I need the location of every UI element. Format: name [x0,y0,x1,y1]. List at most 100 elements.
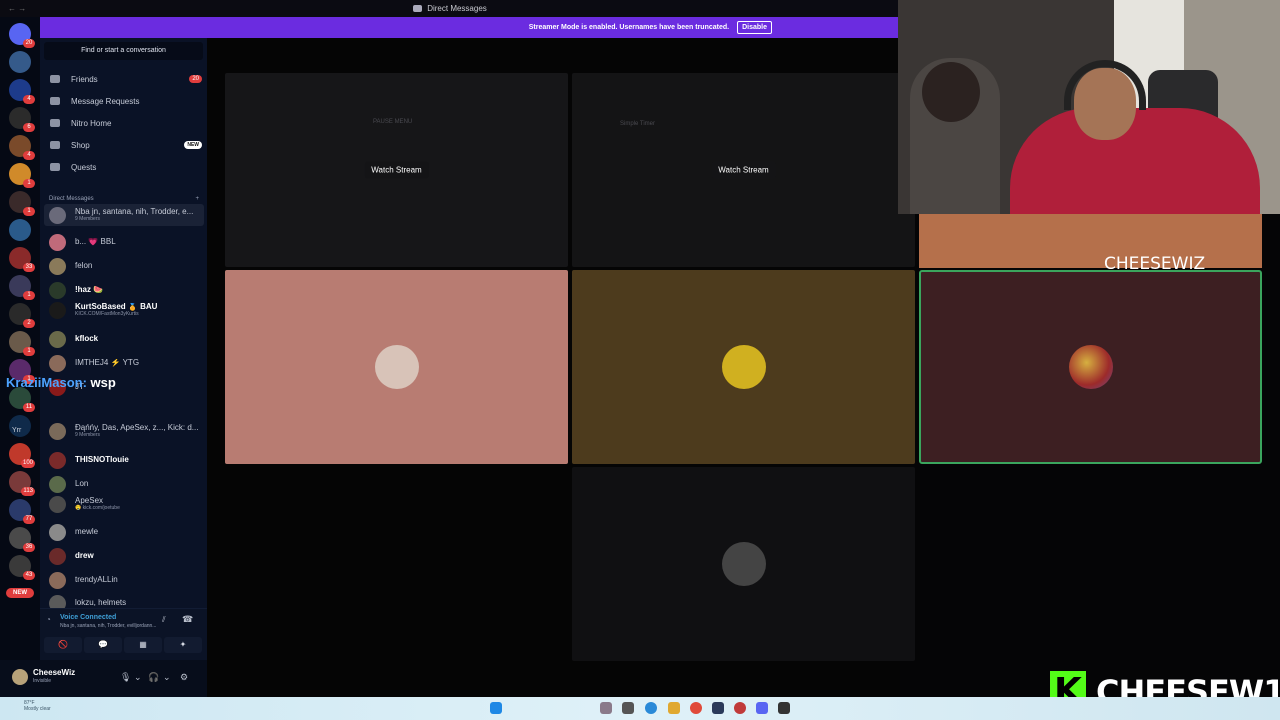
nav-label: Friends [71,74,98,84]
server-icon[interactable]: 43 [9,555,35,580]
stream-tile[interactable]: Simple Timer Watch Stream [572,73,915,267]
dm-item[interactable]: Ðąńńy, Das, ApeSex, z..., Kick: d... 9 Me… [44,420,204,442]
dm-item[interactable]: kflock [44,328,204,350]
headphones-icon[interactable]: 🎧 [148,672,159,683]
nav-nitro-home[interactable]: Nitro Home [44,113,202,133]
server-icon[interactable]: 20 [9,23,35,48]
discord-icon[interactable] [756,702,768,714]
dm-item[interactable]: Nba jn, santana, nih, Trodder, e... 9 Mem… [44,204,204,226]
dm-item[interactable]: Lon [44,473,204,495]
avatar [49,422,66,440]
screen-share-button[interactable]: 💬 [84,637,122,653]
dm-item[interactable]: b... 💗 BBL [44,231,204,253]
server-icon[interactable]: 36 [9,527,35,552]
participant-tile-speaking[interactable] [919,270,1262,464]
dm-text: ApeSex 🤤 kick.com/joetube [75,497,120,511]
server-icon[interactable]: 77 [9,499,35,524]
dm-name: b... 💗 BBL [75,237,116,246]
windows-start-icon[interactable] [490,702,502,714]
server-icon[interactable]: 1 [9,163,35,188]
disconnect-icon[interactable]: ☎ [182,614,193,625]
server-icon[interactable]: 1 [9,275,35,300]
taskbar-app-icon[interactable] [778,702,790,714]
mic-icon[interactable]: 🎙 [120,672,131,683]
server-icon[interactable] [9,51,31,73]
taskbar-app-icon[interactable] [600,702,612,714]
dm-text: Lon [75,480,88,488]
noise-icon[interactable]: ⫽ [162,615,166,625]
activities-button[interactable]: ▦ [124,637,162,653]
folder-icon[interactable] [668,702,680,714]
server-icon[interactable]: 2 [9,303,35,328]
chevron-down-icon[interactable]: ⌄ [163,672,171,683]
nav-label: Nitro Home [71,118,112,128]
nav-shop[interactable]: Shop NEW [44,135,202,155]
watch-stream-button[interactable]: Watch Stream [711,161,776,179]
server-badge: 113 [21,487,35,496]
signal-icon: ◔ [46,615,51,624]
dm-text: felon [75,262,92,270]
voice-panel: ◔ Voice Connected Nba jn, santana, nih, … [40,608,207,660]
gear-icon[interactable]: ⚙ [180,672,188,683]
chevron-down-icon[interactable]: ⌄ [134,672,142,683]
dm-text: Nba jn, santana, nih, Trodder, e... 9 Mem… [75,208,193,222]
nav-message-requests[interactable]: Message Requests [44,91,202,111]
dm-item[interactable]: felon [44,255,204,277]
watch-stream-button[interactable]: Watch Stream [364,161,429,179]
chat-overlay-author: KraziiMason: [6,375,87,390]
chrome-icon[interactable] [690,702,702,714]
camera-button[interactable]: 🚫 [44,637,82,653]
disable-streamer-button[interactable]: Disable [737,21,772,34]
dm-item[interactable]: IMTHEJ4 ⚡ YTG [44,352,204,374]
participant-tile[interactable] [572,270,915,464]
search-input[interactable]: Find or start a conversation [44,42,203,60]
dm-item[interactable]: THISNOTlouie [44,449,204,471]
server-badge: 4 [23,151,35,160]
webcam-feed [898,0,1280,214]
dm-item[interactable]: mewle [44,521,204,543]
dm-name: IMTHEJ4 ⚡ YTG [75,358,140,367]
avatar [49,495,66,513]
avatar [49,257,66,275]
server-icon[interactable]: 4 [9,135,35,160]
server-icon[interactable]: 113 [9,471,35,496]
server-icon[interactable]: 33 [9,247,35,272]
avatar [721,345,766,389]
server-label[interactable]: Yrr [12,427,21,434]
dm-subtext: KICK.COM/FastMon3yKurtis [75,310,139,317]
soundboard-button[interactable]: ✦ [164,637,202,653]
server-icon[interactable]: 1 [9,331,35,356]
server-icon[interactable]: 1 [9,191,35,216]
weather-widget[interactable]: 87°F Mostly clear [24,700,51,712]
taskbar: 87°F Mostly clear [0,697,1280,720]
stream-tile[interactable]: PAUSE MENU Watch Stream [225,73,568,267]
participant-tile[interactable] [225,270,568,464]
shop-new-badge: NEW [184,141,202,149]
server-badge: 1 [23,179,35,188]
server-badge: 77 [23,515,35,524]
nav-arrows[interactable]: ← → [8,4,26,13]
server-icon[interactable]: 100 [9,443,35,468]
nav-friends[interactable]: Friends 20 [44,69,202,89]
nav-quests[interactable]: Quests [44,157,202,177]
taskbar-app-icon[interactable] [622,702,634,714]
steam-icon[interactable] [712,702,724,714]
avatar[interactable] [12,669,28,685]
dm-name: lokzu, helmets [75,598,127,607]
avatar [49,475,66,493]
server-icon[interactable]: 4 [9,79,35,104]
taskbar-app-icon[interactable] [734,702,746,714]
participant-tile[interactable] [572,467,915,661]
dm-item[interactable]: trendyALLin [44,569,204,591]
voice-channel[interactable]: Nba jn, santana, nih, Trodder, evilljord… [60,623,156,629]
server-icon[interactable]: 6 [9,107,35,132]
edge-icon[interactable] [645,702,657,714]
dm-name: felon [75,261,93,270]
create-dm-button[interactable]: + [195,196,199,202]
server-icon[interactable]: 11 [9,387,35,412]
dm-item[interactable]: drew [44,545,204,567]
server-icon[interactable] [9,219,31,241]
dm-item[interactable]: KurtSoBased 🏅 BAU KICK.COM/FastMon3yKurti… [44,299,204,321]
dm-item[interactable]: !haz 🍉 [44,279,204,301]
dm-item[interactable]: ApeSex 🤤 kick.com/joetube [44,493,204,515]
